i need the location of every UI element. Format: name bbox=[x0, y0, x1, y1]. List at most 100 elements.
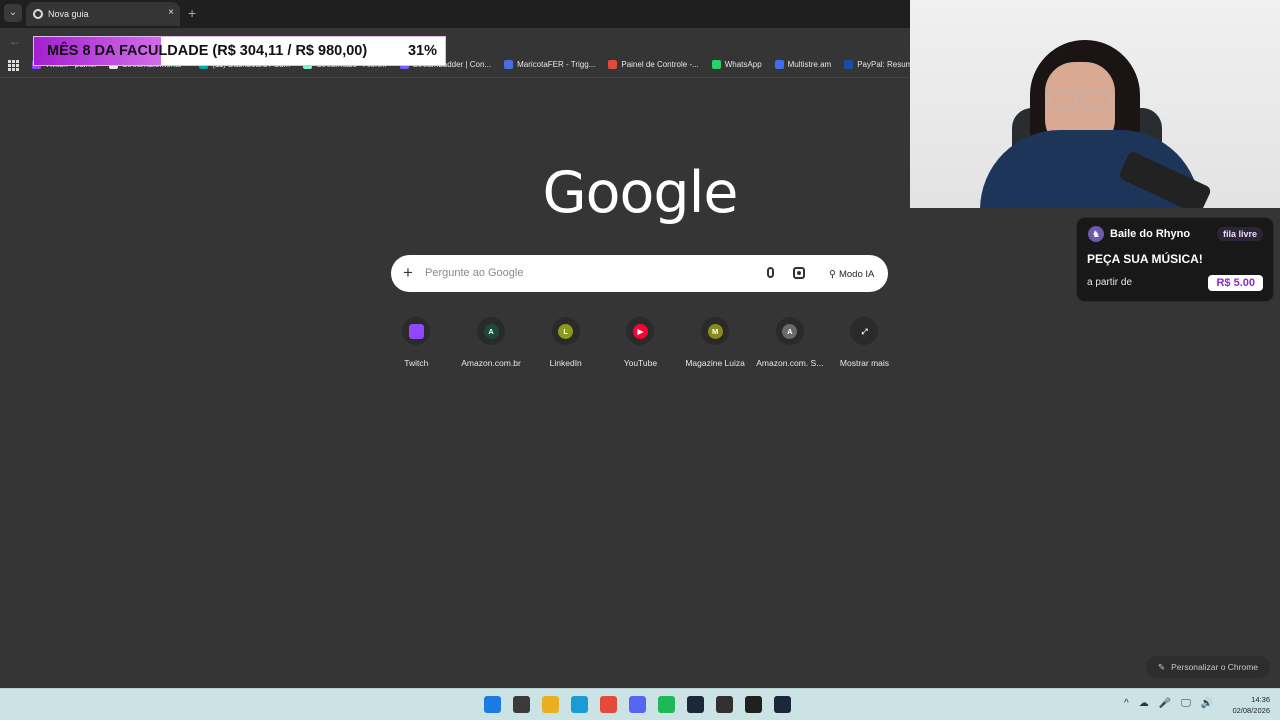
bookmark-favicon-icon bbox=[774, 60, 784, 69]
taskbar-apps bbox=[484, 696, 791, 713]
search-box[interactable]: + ⚲ Modo IA bbox=[391, 255, 888, 292]
tray-icon[interactable]: ☁ bbox=[1139, 698, 1149, 709]
steam2-icon[interactable] bbox=[774, 696, 791, 713]
discord-icon[interactable] bbox=[629, 696, 646, 713]
new-tab-button[interactable]: + bbox=[188, 5, 196, 21]
tab-strip: ⌄ Nova guia × + bbox=[0, 0, 910, 28]
google-logo: Google bbox=[542, 160, 738, 226]
shortcut-label: Magazine Luiza bbox=[685, 358, 745, 368]
goal-percent: 31% bbox=[407, 43, 437, 59]
price-from-label: a partir de bbox=[1087, 277, 1133, 288]
shortcut-label: YouTube bbox=[623, 358, 658, 368]
pencil-icon: ✎ bbox=[1157, 661, 1166, 672]
bookmark-label: MaricotaFER - Trigg... bbox=[517, 60, 596, 69]
shortcut-label: Twitch bbox=[404, 358, 429, 368]
shortcut-label: Mostrar mais bbox=[839, 358, 890, 368]
tray-icon[interactable]: 🎤 bbox=[1159, 698, 1171, 709]
bookmark-item[interactable]: PayPal: Resumo bbox=[844, 60, 917, 69]
lens-icon[interactable] bbox=[793, 267, 805, 279]
webcam-feed bbox=[910, 0, 1280, 208]
obs-icon[interactable] bbox=[716, 696, 733, 713]
shortcut-circle: ⤢ bbox=[850, 317, 879, 345]
youtube-icon: ▶ bbox=[632, 323, 648, 339]
add-icon[interactable]: + bbox=[403, 263, 413, 283]
letter-icon: M bbox=[707, 323, 723, 339]
bookmark-favicon-icon bbox=[504, 60, 514, 69]
bookmark-label: WhatsApp bbox=[724, 60, 762, 69]
chrome-icon[interactable] bbox=[600, 696, 617, 713]
twitch-icon bbox=[408, 323, 424, 339]
tab-new-tab[interactable]: Nova guia × bbox=[26, 2, 180, 26]
shortcut-tile[interactable]: ⤢ Mostrar mais bbox=[827, 317, 902, 368]
bookmark-item[interactable]: WhatsApp bbox=[711, 60, 762, 69]
start-icon[interactable] bbox=[484, 696, 501, 713]
system-tray: ^ ☁ 🎤 🖵 🔊 bbox=[1124, 698, 1213, 709]
request-headline: PEÇA SUA MÚSICA! bbox=[1087, 252, 1203, 266]
customize-chrome-button[interactable]: ✎ Personalizar o Chrome bbox=[1146, 656, 1270, 678]
letter-icon: A bbox=[483, 323, 499, 339]
shortcut-circle: A bbox=[775, 317, 804, 345]
goal-text: MÊS 8 DA FACULDADE (R$ 304,11 / R$ 980,0… bbox=[47, 43, 368, 59]
ai-mode-button[interactable]: ⚲ Modo IA bbox=[823, 265, 880, 283]
tab-search-button[interactable]: ⌄ bbox=[4, 4, 22, 22]
rhyno-logo-icon: ♞ bbox=[1088, 226, 1104, 242]
donation-goal-banner: MÊS 8 DA FACULDADE (R$ 304,11 / R$ 980,0… bbox=[33, 36, 446, 66]
spotify-icon[interactable] bbox=[658, 696, 675, 713]
queue-badge: fila livre bbox=[1216, 227, 1263, 241]
bookmark-favicon-icon bbox=[608, 60, 618, 69]
bookmark-label: Multistre.am bbox=[787, 60, 832, 69]
search-input[interactable] bbox=[425, 263, 745, 283]
bookmark-label: Painel de Controle -... bbox=[621, 60, 699, 69]
customize-label: Personalizar o Chrome bbox=[1171, 662, 1259, 672]
shortcut-tile[interactable]: Twitch bbox=[379, 317, 454, 368]
steam-icon[interactable] bbox=[687, 696, 704, 713]
sparkle-search-icon: ⚲ bbox=[829, 268, 836, 280]
channel-name: Baile do Rhyno bbox=[1110, 228, 1191, 240]
back-button[interactable]: ← bbox=[9, 34, 21, 48]
music-request-widget: ♞ Baile do Rhyno fila livre PEÇA SUA MÚS… bbox=[1077, 218, 1273, 301]
shortcut-tile[interactable]: ▶ YouTube bbox=[603, 317, 678, 368]
tab-title: Nova guia bbox=[48, 9, 89, 19]
shortcut-circle: M bbox=[701, 317, 730, 345]
chrome-favicon-icon bbox=[33, 9, 43, 19]
clock[interactable]: 14:36 02/08/2026 bbox=[1232, 694, 1270, 716]
folder-icon[interactable] bbox=[542, 696, 559, 713]
shortcut-tile[interactable]: M Magazine Luiza bbox=[678, 317, 753, 368]
tray-icon[interactable]: 🖵 bbox=[1181, 698, 1191, 709]
tray-icon[interactable]: ^ bbox=[1124, 698, 1129, 709]
file-icon[interactable] bbox=[513, 696, 530, 713]
bookmark-item[interactable]: Multistre.am bbox=[774, 60, 832, 69]
bookmark-item[interactable]: Painel de Controle -... bbox=[608, 60, 699, 69]
shortcut-circle: L bbox=[551, 317, 580, 345]
bookmark-favicon-icon bbox=[711, 60, 721, 69]
letter-icon: L bbox=[558, 323, 574, 339]
shortcuts-row: Twitch A Amazon.com.br L LinkedIn ▶ YouTube M Ma… bbox=[379, 317, 902, 368]
shortcut-label: Amazon.com. S... bbox=[756, 358, 824, 368]
bookmark-favicon-icon bbox=[844, 60, 854, 69]
letter-icon: A bbox=[782, 323, 798, 339]
tab-close-icon[interactable]: × bbox=[168, 7, 174, 18]
shortcut-tile[interactable]: A Amazon.com. S... bbox=[752, 317, 827, 368]
tray-icon[interactable]: 🔊 bbox=[1201, 698, 1213, 709]
clock-time: 14:36 bbox=[1251, 695, 1270, 704]
screen: ⌄ Nova guia × + ← Twitch - painelStreamE… bbox=[0, 0, 1280, 720]
shortcut-circle: A bbox=[477, 317, 506, 345]
shortcut-circle bbox=[402, 317, 431, 345]
shortcut-tile[interactable]: L LinkedIn bbox=[528, 317, 603, 368]
shortcut-tile[interactable]: A Amazon.com.br bbox=[454, 317, 529, 368]
shortcut-circle: ▶ bbox=[626, 317, 655, 345]
shortcut-label: LinkedIn bbox=[549, 358, 582, 368]
clock-date: 02/08/2026 bbox=[1232, 706, 1270, 715]
glasses-shape bbox=[1040, 90, 1120, 110]
expand-icon: ⤢ bbox=[856, 323, 872, 339]
edge-icon[interactable] bbox=[571, 696, 588, 713]
apps-grid-icon[interactable] bbox=[8, 60, 19, 71]
bookmark-item[interactable]: MaricotaFER - Trigg... bbox=[504, 60, 595, 69]
ai-mode-label: Modo IA bbox=[838, 268, 875, 280]
shortcut-label: Amazon.com.br bbox=[461, 358, 521, 368]
bookmark-label: PayPal: Resumo bbox=[857, 60, 917, 69]
taskbar: ^ ☁ 🎤 🖵 🔊 14:36 02/08/2026 bbox=[0, 688, 1280, 720]
voice-search-icon[interactable] bbox=[767, 267, 774, 278]
app-icon[interactable] bbox=[745, 696, 762, 713]
price-badge: R$ 5.00 bbox=[1208, 275, 1263, 291]
